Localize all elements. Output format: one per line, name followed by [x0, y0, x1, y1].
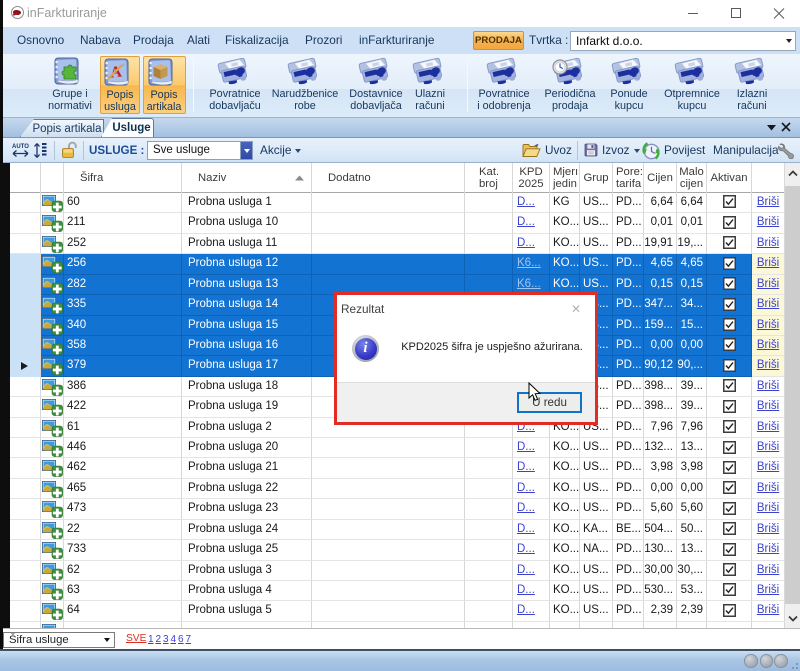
- svg-text:AUTO: AUTO: [12, 144, 29, 150]
